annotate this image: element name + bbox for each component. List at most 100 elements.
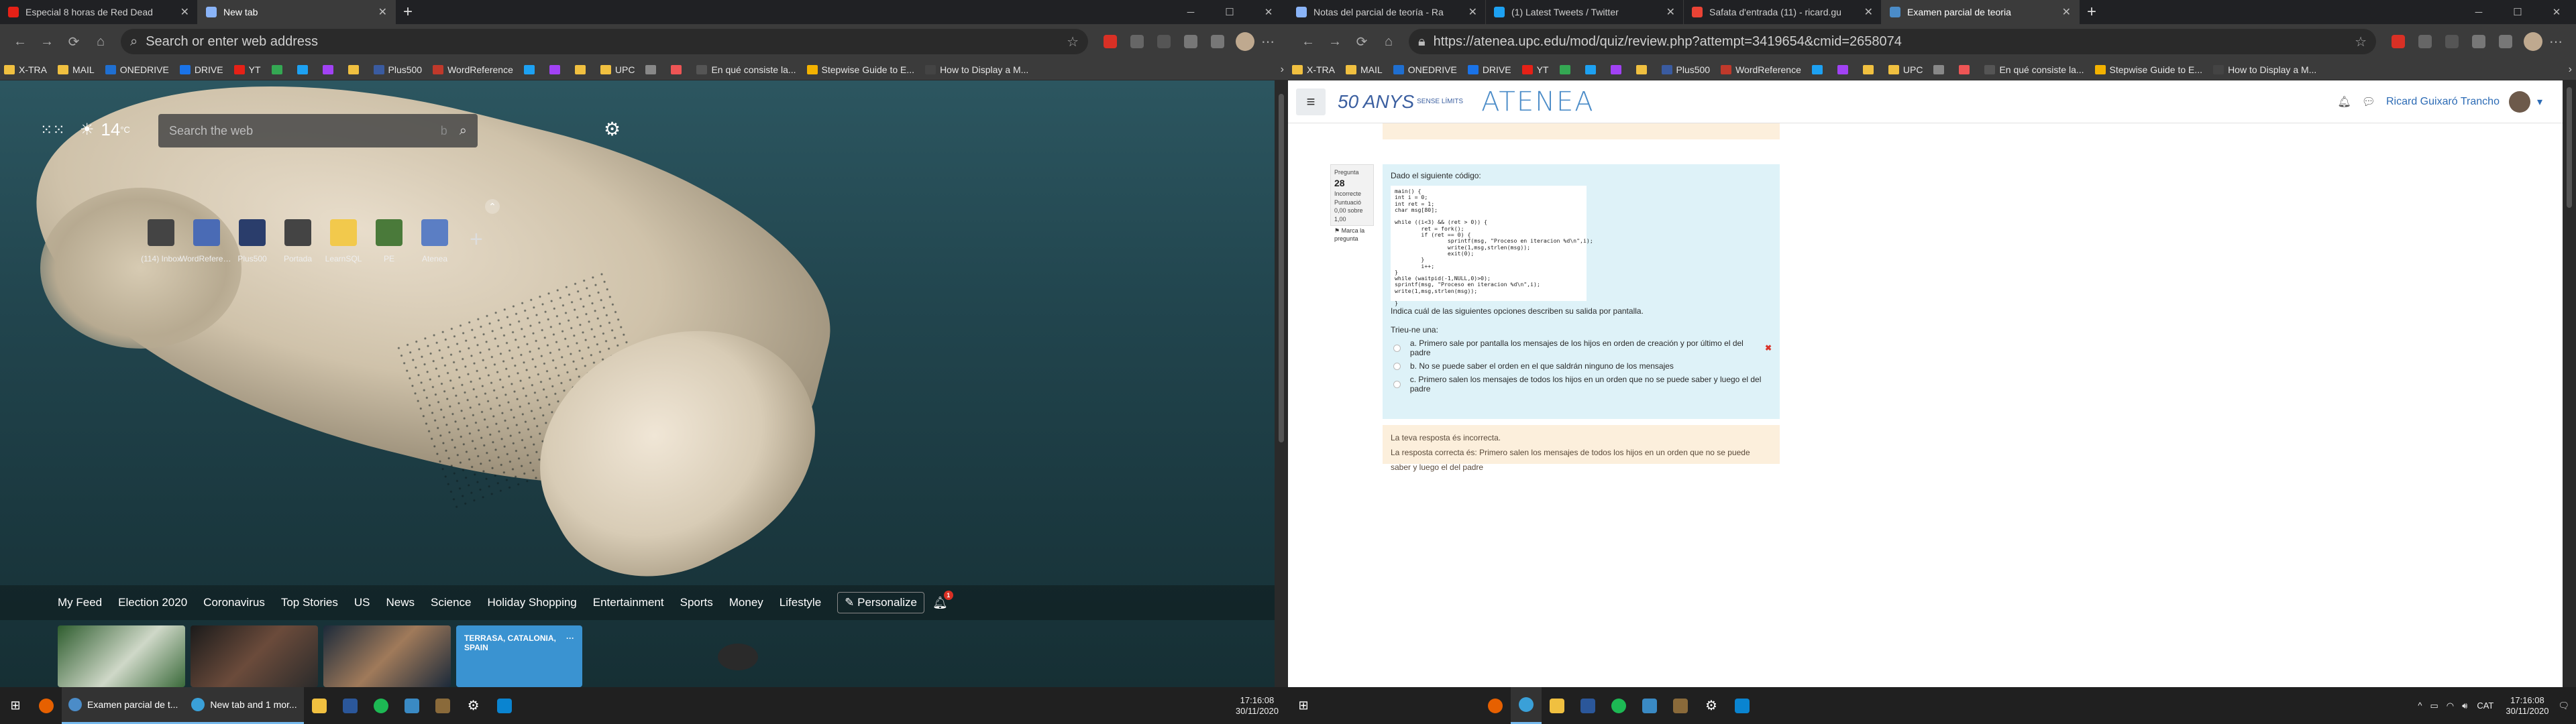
bookmark-item[interactable]	[1959, 64, 1974, 74]
answer-option[interactable]: b. No se puede saber el orden en el que …	[1391, 361, 1772, 371]
feed-nav-item[interactable]: Election 2020	[118, 596, 187, 609]
bookmark-item[interactable]	[1559, 64, 1574, 74]
bookmark-item[interactable]: YT	[233, 64, 261, 75]
refresh-button[interactable]: ⟳	[1348, 28, 1375, 55]
close-window-button[interactable]: ✕	[1249, 0, 1288, 24]
taskbar-explorer[interactable]	[304, 687, 335, 724]
start-button[interactable]: ⊞	[1288, 687, 1319, 724]
taskbar-app[interactable]	[396, 687, 427, 724]
favorites-button[interactable]	[2467, 30, 2490, 53]
weather-card[interactable]: TERRASA, CATALONIA, SPAIN ···	[456, 625, 582, 687]
chevron-down-icon[interactable]: ▾	[2537, 95, 2542, 109]
close-tab-icon[interactable]: ✕	[1864, 5, 1873, 19]
close-tab-icon[interactable]: ✕	[1666, 5, 1675, 19]
extension-button[interactable]	[2387, 30, 2410, 53]
answer-option[interactable]: c. Primero salen los mensajes de todos l…	[1391, 375, 1772, 394]
close-tab-icon[interactable]: ✕	[180, 5, 189, 19]
forward-button[interactable]: →	[34, 28, 60, 55]
bookmark-item[interactable]	[271, 64, 286, 74]
feed-nav-item[interactable]: Entertainment	[593, 596, 664, 609]
bookmark-item[interactable]: X-TRA	[4, 64, 47, 75]
collections-button[interactable]	[1206, 30, 1229, 53]
clock[interactable]: 17:16:08 30/11/2020	[2506, 695, 2548, 717]
taskbar-edge[interactable]	[1511, 687, 1542, 724]
bookmark-item[interactable]	[523, 64, 539, 74]
taskbar-spotify[interactable]	[1603, 687, 1634, 724]
bookmark-item[interactable]	[347, 64, 363, 74]
settings-gear-icon[interactable]: ⚙	[604, 118, 621, 140]
new-tab-button[interactable]: +	[2080, 0, 2104, 24]
notifications-icon[interactable]: 🗨︎	[2558, 701, 2569, 711]
forward-button[interactable]: →	[1322, 28, 1348, 55]
bookmark-item[interactable]	[1585, 64, 1600, 74]
atenea-logo[interactable]: 50 ANYS SENSE LÍMITS ATENEA	[1338, 86, 1595, 117]
tab-new-tab[interactable]: New tab ✕	[198, 0, 396, 24]
scrollbar[interactable]	[2563, 80, 2576, 687]
taskbar-firefox[interactable]	[31, 687, 62, 724]
bookmark-item[interactable]: UPC	[1888, 64, 1923, 75]
news-card[interactable]	[323, 625, 451, 687]
feed-nav-item[interactable]: Holiday Shopping	[488, 596, 577, 609]
feed-nav-item[interactable]: My Feed	[58, 596, 102, 609]
home-button[interactable]: ⌂	[87, 28, 114, 55]
feed-nav-item[interactable]: News	[386, 596, 415, 609]
bell-icon[interactable]: 🔔︎	[2337, 95, 2351, 109]
bookmark-item[interactable]: X-TRA	[1292, 64, 1335, 75]
bookmark-item[interactable]: Plus500	[1661, 64, 1710, 75]
taskbar-app[interactable]	[1665, 687, 1696, 724]
bookmark-item[interactable]: How to Display a M...	[2213, 64, 2316, 75]
feed-nav-item[interactable]: Top Stories	[281, 596, 338, 609]
tab-examen[interactable]: Examen parcial de teoria ✕	[1882, 0, 2080, 24]
start-button[interactable]: ⊞	[0, 687, 31, 724]
close-tab-icon[interactable]: ✕	[378, 5, 387, 19]
bookmark-item[interactable]	[1933, 64, 1948, 74]
scrollbar-thumb[interactable]	[2567, 87, 2572, 208]
taskbar-explorer[interactable]	[1542, 687, 1572, 724]
taskbar-word[interactable]	[1572, 687, 1603, 724]
bookmark-item[interactable]: MAIL	[1346, 64, 1383, 75]
address-bar[interactable]: 🔒︎ https://atenea.upc.edu/mod/quiz/review…	[1409, 29, 2376, 54]
taskbar-app[interactable]	[427, 687, 458, 724]
flag-question-link[interactable]: ⚑ Marca la pregunta	[1334, 227, 1370, 243]
feed-nav-item[interactable]: Science	[431, 596, 471, 609]
taskbar-vscode[interactable]	[1727, 687, 1758, 724]
bookmarks-overflow-chevron-icon[interactable]: ›	[2569, 64, 2572, 76]
search-icon[interactable]: ⌕	[460, 123, 467, 139]
bookmark-item[interactable]: DRIVE	[1467, 64, 1511, 75]
extension-button[interactable]	[2440, 30, 2463, 53]
menu-button[interactable]: ⋯	[1254, 28, 1281, 55]
taskbar-firefox[interactable]	[1480, 687, 1511, 724]
hamburger-menu-button[interactable]: ≡	[1296, 88, 1326, 115]
bookmark-item[interactable]: WordReference	[1721, 64, 1801, 75]
radio-button[interactable]	[1393, 380, 1401, 388]
battery-icon[interactable]: ▭	[2430, 701, 2438, 711]
taskbar-app-examen[interactable]: Examen parcial de t...	[62, 687, 185, 724]
bookmark-item[interactable]: Stepwise Guide to E...	[806, 64, 914, 75]
feed-nav-item[interactable]: Sports	[680, 596, 713, 609]
close-tab-icon[interactable]: ✕	[2062, 5, 2071, 19]
maximize-button[interactable]: ☐	[1210, 0, 1249, 24]
bookmark-item[interactable]: WordReference	[433, 64, 513, 75]
refresh-button[interactable]: ⟳	[60, 28, 87, 55]
address-bar[interactable]: ⌕ Search or enter web address ☆	[121, 29, 1088, 54]
feed-nav-item[interactable]: Money	[729, 596, 763, 609]
user-avatar[interactable]	[2508, 90, 2530, 113]
taskbar-settings[interactable]: ⚙	[458, 687, 489, 724]
back-button[interactable]: ←	[7, 28, 34, 55]
apps-grid-icon[interactable]: ⁙⁙	[40, 121, 65, 139]
bookmark-item[interactable]: MAIL	[58, 64, 95, 75]
more-options-icon[interactable]: ···	[566, 634, 574, 679]
notification-bell-icon[interactable]: 🔔︎ 1	[932, 590, 953, 610]
bookmark-item[interactable]: UPC	[600, 64, 635, 75]
back-button[interactable]: ←	[1295, 28, 1322, 55]
bookmarks-overflow-chevron-icon[interactable]: ›	[1281, 64, 1284, 76]
taskbar-word[interactable]	[335, 687, 366, 724]
collections-button[interactable]	[2494, 30, 2517, 53]
taskbar-vscode[interactable]	[489, 687, 520, 724]
bookmark-item[interactable]	[1862, 64, 1878, 74]
tab-red-dead[interactable]: Especial 8 horas de Red Dead ✕	[0, 0, 198, 24]
weather-widget[interactable]: ⁙⁙ ☀ 14 °C	[40, 119, 130, 140]
top-site-tile[interactable]: (114) Inbox	[138, 219, 184, 263]
taskbar-app-newtab[interactable]: New tab and 1 mor...	[184, 687, 304, 724]
web-search-box[interactable]: Search the web b ⌕	[158, 114, 478, 147]
